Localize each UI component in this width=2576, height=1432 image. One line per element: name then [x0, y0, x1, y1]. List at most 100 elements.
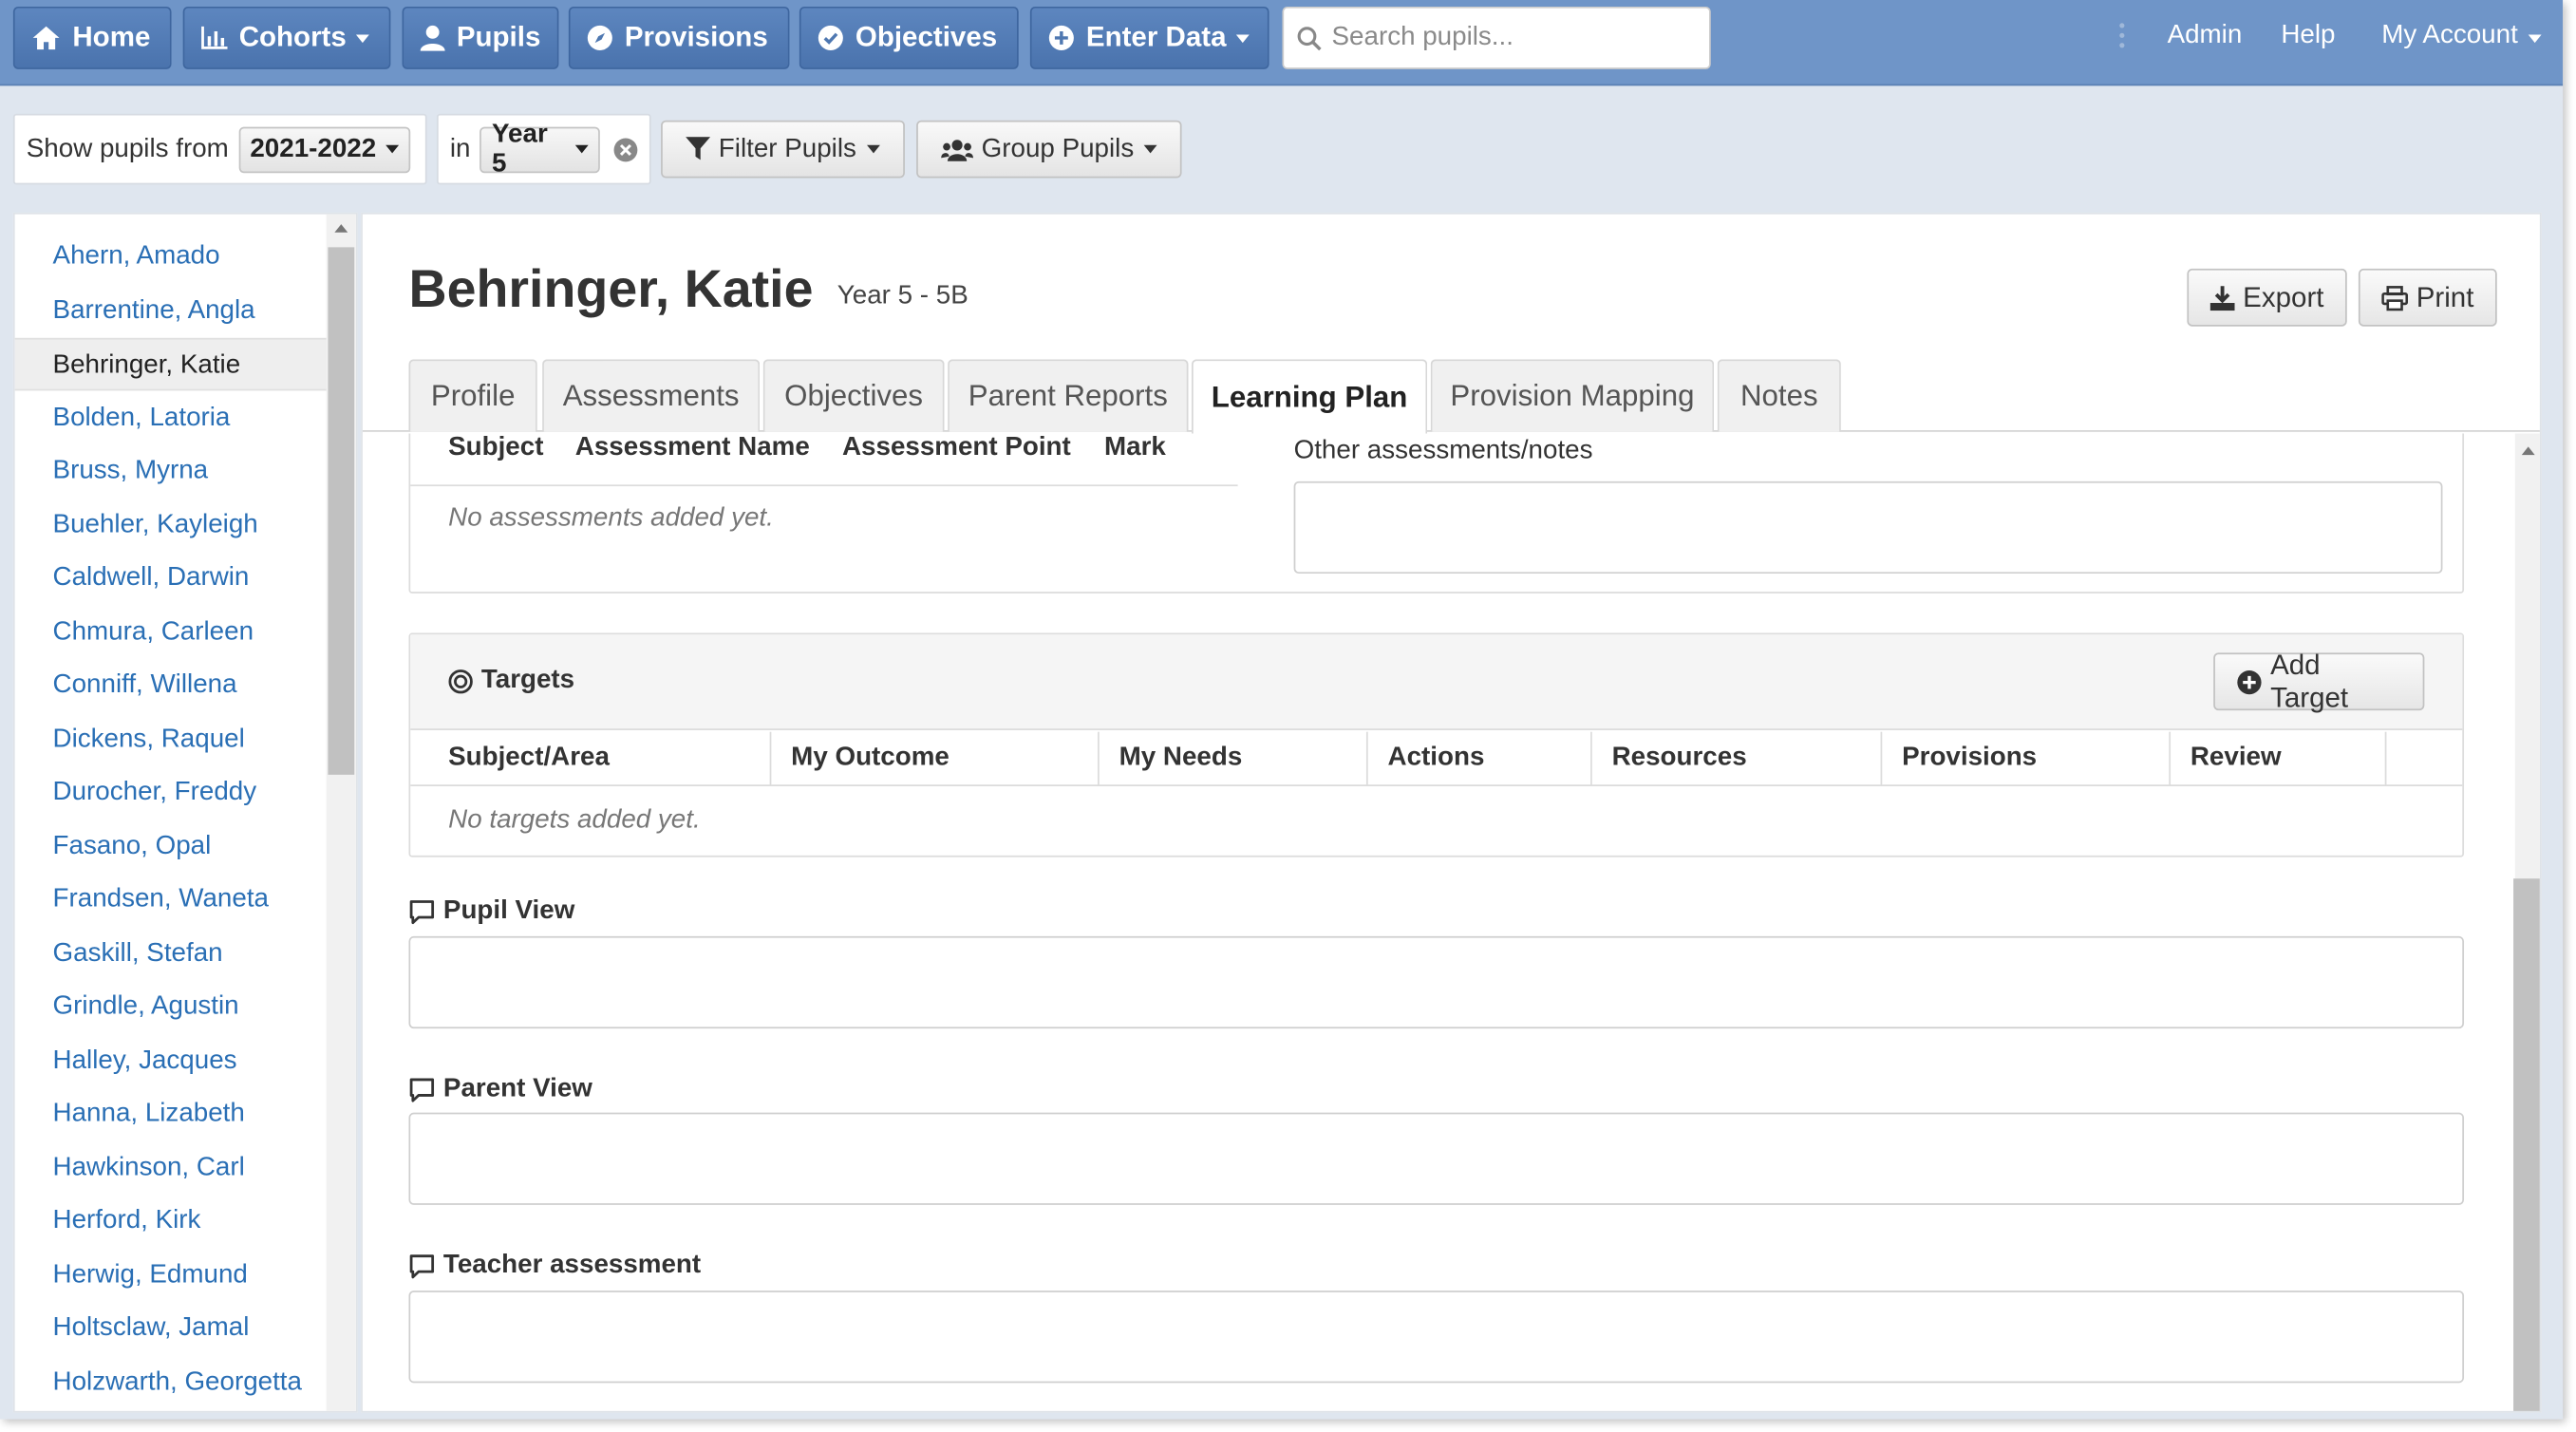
- chevron-down-icon: [1143, 144, 1157, 154]
- tab-parent-reports[interactable]: Parent Reports: [948, 359, 1189, 432]
- year-select[interactable]: 2021-2022: [238, 125, 411, 173]
- print-button[interactable]: Print: [2358, 268, 2497, 327]
- content-scroll-thumb[interactable]: [2513, 878, 2540, 1411]
- objectives-label: Objectives: [855, 21, 998, 53]
- column-divider: [2384, 731, 2387, 786]
- parent-view-field[interactable]: [408, 1112, 2465, 1205]
- assessments-panel: Subject Assessment Name Assessment Point…: [408, 433, 2465, 594]
- app-window: Home Cohorts Pupils Provisions Objective…: [0, 0, 2564, 1420]
- column-divider: [2169, 731, 2172, 786]
- pupil-view-label: Pupil View: [442, 896, 575, 925]
- group-select[interactable]: Year 5: [479, 120, 600, 178]
- pupil-list-item[interactable]: Herford, Kirk: [15, 1195, 329, 1248]
- cohorts-menu[interactable]: Cohorts: [182, 6, 391, 69]
- group-pupils-button[interactable]: Group Pupils: [916, 120, 1182, 179]
- admin-link[interactable]: Admin: [2168, 22, 2243, 51]
- in-label: in: [449, 134, 471, 162]
- chevron-down-icon: [866, 144, 880, 154]
- pupil-list-item[interactable]: Holzwarth, Georgetta: [15, 1356, 329, 1409]
- pupil-list-item[interactable]: Hanna, Lizabeth: [15, 1088, 329, 1141]
- pupil-list-item[interactable]: Behringer, Katie: [14, 337, 329, 391]
- home-button[interactable]: Home: [12, 6, 172, 69]
- download-icon: [2209, 285, 2235, 311]
- tab-objectives[interactable]: Objectives: [762, 359, 945, 432]
- enter-data-label: Enter Data: [1085, 21, 1227, 53]
- add-target-label: Add Target: [2270, 649, 2349, 713]
- pupil-list-item[interactable]: Durocher, Freddy: [15, 766, 329, 820]
- pupil-list-item[interactable]: Fasano, Opal: [15, 820, 329, 874]
- targets-table-header: Subject/Area My Outcome My Needs Actions…: [410, 731, 2463, 786]
- pupil-list-item[interactable]: Chmura, Carleen: [15, 606, 329, 659]
- col-subject-area: Subject/Area: [448, 743, 610, 772]
- pupil-list-scroll-thumb[interactable]: [328, 247, 355, 775]
- pupil-list-item[interactable]: Holtsclaw, Jamal: [15, 1302, 329, 1355]
- print-label: Print: [2416, 280, 2474, 312]
- home-label: Home: [72, 21, 151, 53]
- pupil-list-item[interactable]: Bolden, Latoria: [15, 391, 329, 444]
- parent-view-label: Parent View: [442, 1074, 592, 1103]
- pupil-list-item[interactable]: Dickens, Raquel: [15, 713, 329, 766]
- col-mark: Mark: [1103, 433, 1166, 462]
- other-notes-field[interactable]: [1293, 480, 2443, 575]
- scroll-up-icon[interactable]: [334, 224, 348, 233]
- provisions-button[interactable]: Provisions: [568, 6, 790, 69]
- plus-circle-icon: [2237, 669, 2262, 694]
- my-account-menu[interactable]: My Account: [2381, 22, 2542, 51]
- pupil-list-item[interactable]: Herwig, Edmund: [15, 1249, 329, 1302]
- clear-icon[interactable]: [612, 136, 637, 162]
- pupil-list-item[interactable]: Gaskill, Stefan: [15, 927, 329, 980]
- tab-provision-mapping[interactable]: Provision Mapping: [1430, 359, 1715, 432]
- pupil-list-item[interactable]: Grindle, Agustin: [15, 981, 329, 1034]
- tab-profile[interactable]: Profile: [408, 359, 537, 432]
- pupil-list-scrollbar[interactable]: [326, 214, 356, 1411]
- search-box[interactable]: [1282, 6, 1711, 69]
- provisions-label: Provisions: [624, 21, 768, 53]
- pupil-name: Behringer, Katie: [408, 258, 814, 319]
- pupil-list-item[interactable]: Barrentine, Angla: [15, 284, 329, 337]
- comment-icon: [409, 1077, 435, 1102]
- tab-assessments[interactable]: Assessments: [542, 359, 761, 432]
- home-icon: [32, 26, 60, 50]
- content-scrollbar[interactable]: [2513, 433, 2540, 1411]
- export-button[interactable]: Export: [2187, 268, 2347, 327]
- pupils-label: Pupils: [456, 21, 541, 53]
- col-assessment-name: Assessment Name: [574, 433, 810, 462]
- col-my-outcome: My Outcome: [791, 743, 950, 772]
- teacher-assessment-field[interactable]: [408, 1291, 2465, 1384]
- col-subject: Subject: [448, 433, 544, 462]
- no-assessments-text: No assessments added yet.: [448, 504, 774, 533]
- top-navbar: Home Cohorts Pupils Provisions Objective…: [0, 0, 2564, 86]
- pupil-list-item[interactable]: Bruss, Myrna: [15, 445, 329, 499]
- targets-header: [410, 634, 2463, 730]
- enter-data-menu[interactable]: Enter Data: [1029, 6, 1269, 69]
- col-my-needs: My Needs: [1119, 743, 1243, 772]
- chevron-down-icon: [2528, 34, 2542, 44]
- tab-learning-plan[interactable]: Learning Plan: [1191, 359, 1428, 434]
- divider: [410, 484, 1238, 487]
- objectives-button[interactable]: Objectives: [799, 6, 1019, 69]
- pupil-view-field[interactable]: [408, 935, 2465, 1029]
- col-assessment-point: Assessment Point: [841, 433, 1071, 462]
- pupil-list-item[interactable]: Frandsen, Waneta: [15, 874, 329, 927]
- add-target-button[interactable]: Add Target: [2213, 649, 2425, 713]
- bar-chart-icon: [201, 26, 228, 49]
- comment-icon: [409, 1253, 435, 1278]
- pupil-list-item[interactable]: Hawkinson, Carl: [15, 1141, 329, 1195]
- filter-pupils-button[interactable]: Filter Pupils: [661, 120, 905, 179]
- col-actions: Actions: [1387, 743, 1485, 772]
- tab-notes[interactable]: Notes: [1717, 359, 1841, 432]
- help-link[interactable]: Help: [2281, 22, 2335, 51]
- teacher-assessment-label: Teacher assessment: [442, 1251, 702, 1279]
- search-input[interactable]: [1331, 23, 1695, 53]
- pupil-list-item[interactable]: Conniff, Willena: [15, 659, 329, 712]
- pupil-list-item[interactable]: Ahern, Amado: [15, 231, 329, 284]
- pupil-list-item[interactable]: Buehler, Kayleigh: [15, 499, 329, 552]
- profile-tabs: Profile Assessments Objectives Parent Re…: [362, 359, 2540, 434]
- group-select-value: Year 5: [492, 119, 548, 178]
- pupils-button[interactable]: Pupils: [402, 6, 559, 69]
- scroll-up-icon[interactable]: [2521, 446, 2535, 456]
- targets-panel: Targets Add Target Subject/Area My Outco…: [408, 632, 2465, 857]
- pupil-list-item[interactable]: Halley, Jacques: [15, 1034, 329, 1087]
- pupil-list-item[interactable]: Caldwell, Darwin: [15, 552, 329, 605]
- chevron-down-icon: [574, 144, 589, 154]
